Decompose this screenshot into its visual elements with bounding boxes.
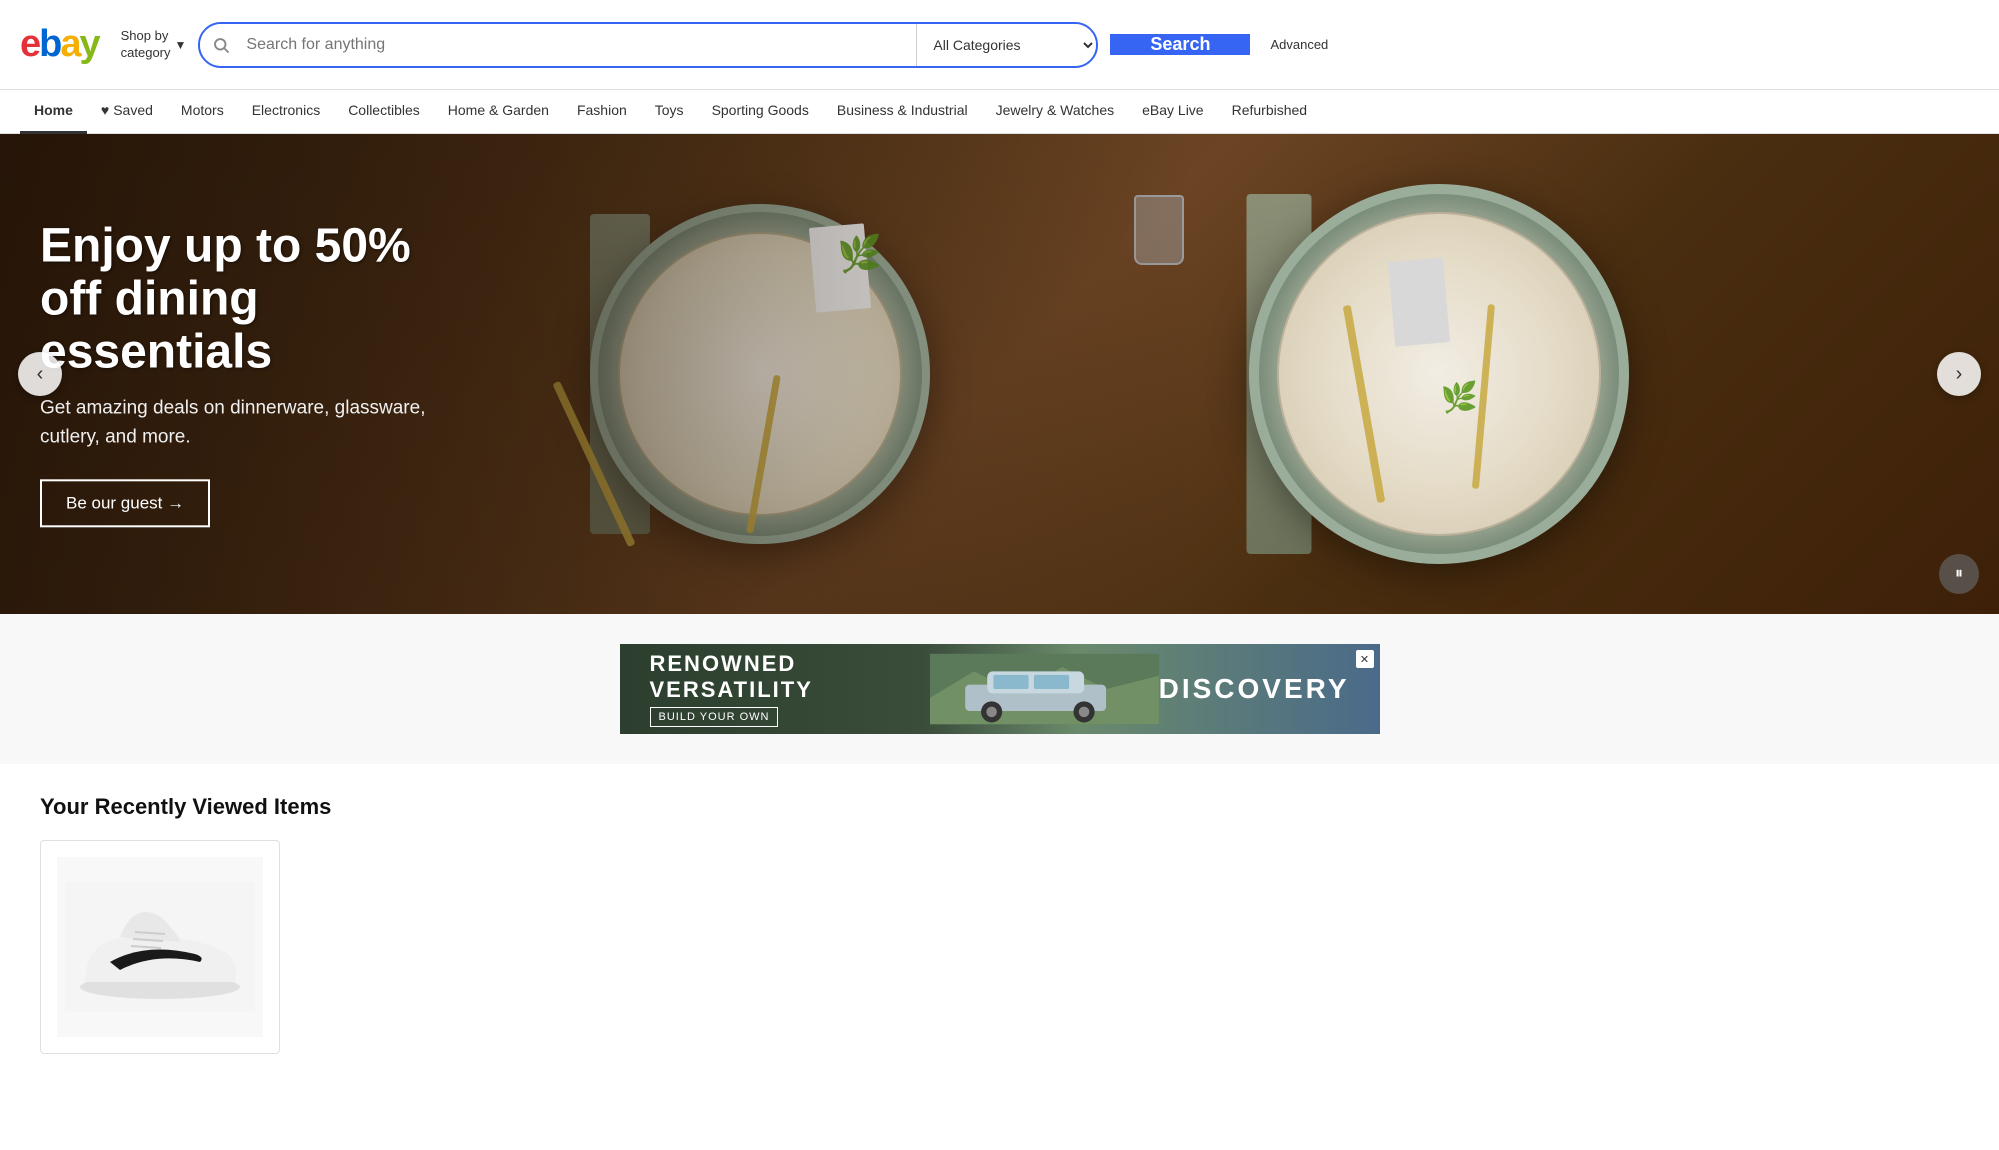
hero-prev-button[interactable]: ‹: [18, 352, 62, 396]
ad-title: RENOWNED VERSATILITY: [650, 651, 930, 703]
hero-next-button[interactable]: ›: [1937, 352, 1981, 396]
shop-by-category-label: Shop bycategory: [121, 28, 171, 62]
ebay-logo[interactable]: ebay: [20, 23, 99, 66]
chevron-down-icon: ▼: [175, 38, 187, 52]
nav-item-jewelry[interactable]: Jewelry & Watches: [982, 90, 1129, 134]
nav-item-home-garden[interactable]: Home & Garden: [434, 90, 563, 134]
ad-right: DISCOVERY: [1159, 673, 1350, 705]
item-image: [57, 857, 263, 1037]
search-icon-wrapper: [200, 24, 242, 66]
search-button[interactable]: Search: [1110, 34, 1250, 55]
ad-close-button[interactable]: ✕: [1356, 650, 1374, 668]
logo-b: b: [39, 23, 60, 65]
shop-by-category-button[interactable]: Shop bycategory ▼: [121, 28, 187, 62]
advanced-link[interactable]: Advanced: [1270, 37, 1328, 52]
ad-banner[interactable]: RENOWNED VERSATILITY BUILD YOUR OWN DISC…: [620, 644, 1380, 734]
logo-a: a: [60, 23, 79, 65]
list-item[interactable]: [40, 840, 280, 1054]
hero-subtitle: Get amazing deals on dinnerware, glasswa…: [40, 395, 460, 452]
search-bar: All Categories Motors Electronics Collec…: [198, 22, 1098, 68]
hero-pause-button[interactable]: ⏸: [1939, 554, 1979, 594]
logo-e: e: [20, 23, 39, 65]
recently-viewed-title: Your Recently Viewed Items: [40, 794, 1959, 820]
heart-icon: ♥: [101, 102, 109, 118]
hero-banner: 🌿 🌿 Enjoy up to 50% off dining essential…: [0, 134, 1999, 614]
header: ebay Shop bycategory ▼ All Categories Mo…: [0, 0, 1999, 90]
hero-cta-button[interactable]: Be our guest →: [40, 480, 210, 528]
main-nav: Home ♥ Saved Motors Electronics Collecti…: [0, 90, 1999, 134]
nav-item-fashion[interactable]: Fashion: [563, 90, 641, 134]
nav-item-refurbished[interactable]: Refurbished: [1218, 90, 1322, 134]
ad-cta-button[interactable]: BUILD YOUR OWN: [650, 707, 779, 727]
ad-section: RENOWNED VERSATILITY BUILD YOUR OWN DISC…: [0, 614, 1999, 764]
nav-item-business[interactable]: Business & Industrial: [823, 90, 982, 134]
shoe-image: [65, 882, 255, 1012]
nav-item-saved[interactable]: ♥ Saved: [87, 90, 167, 134]
nav-item-electronics[interactable]: Electronics: [238, 90, 334, 134]
ad-brand-name: DISCOVERY: [1159, 673, 1350, 705]
nav-item-collectibles[interactable]: Collectibles: [334, 90, 434, 134]
nav-item-motors[interactable]: Motors: [167, 90, 238, 134]
logo-y: y: [80, 23, 99, 65]
hero-content: Enjoy up to 50% off dining essentials Ge…: [40, 220, 460, 527]
category-select[interactable]: All Categories Motors Electronics Collec…: [916, 24, 1096, 66]
search-icon: [212, 36, 230, 54]
nav-item-toys[interactable]: Toys: [641, 90, 698, 134]
ad-car-image: [930, 649, 1159, 729]
recently-viewed-grid: [40, 840, 1959, 1054]
nav-item-home[interactable]: Home: [20, 90, 87, 134]
nav-item-ebay-live[interactable]: eBay Live: [1128, 90, 1217, 134]
ad-left: RENOWNED VERSATILITY BUILD YOUR OWN: [650, 651, 930, 727]
nav-item-sporting-goods[interactable]: Sporting Goods: [698, 90, 823, 134]
hero-title: Enjoy up to 50% off dining essentials: [40, 220, 460, 378]
search-input[interactable]: [242, 24, 916, 66]
recently-viewed-section: Your Recently Viewed Items: [0, 764, 1999, 1084]
